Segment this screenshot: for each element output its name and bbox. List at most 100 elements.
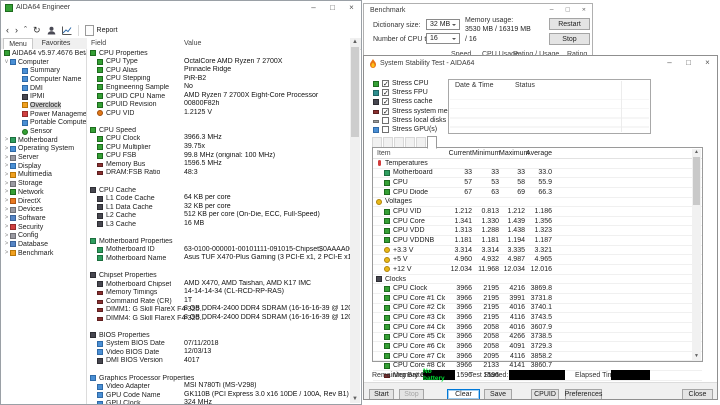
tree-item[interactable]: v Computer <box>1 58 86 67</box>
scrollbar-thumb[interactable] <box>693 157 700 205</box>
panel-scrollbar[interactable]: ▲ ▼ <box>350 38 360 403</box>
tree-caret-icon[interactable]: > <box>3 215 10 221</box>
scroll-up-icon[interactable]: ▲ <box>350 38 360 46</box>
restart-button[interactable]: Restart <box>549 18 590 30</box>
refresh-icon[interactable]: ↻ <box>33 26 41 35</box>
tree-item[interactable]: Sensor <box>1 127 86 136</box>
cpu-threads-select[interactable]: 16 <box>426 33 460 44</box>
tree-item[interactable]: > Security <box>1 223 86 232</box>
tree-caret-icon[interactable]: > <box>3 163 10 169</box>
property-row[interactable]: CPUID CPU Name AMD Ryzen 7 2700X Eight-C… <box>87 92 350 101</box>
tree-caret-icon[interactable]: > <box>3 172 10 178</box>
tree-caret-icon[interactable]: > <box>3 146 10 152</box>
property-row[interactable]: CPU Speed <box>87 126 350 135</box>
tree-caret-icon[interactable]: > <box>3 155 10 161</box>
property-row[interactable]: L3 Cache 16 MB <box>87 220 350 229</box>
property-row[interactable]: GPU Clock 324 MHz <box>87 399 350 404</box>
scroll-down-icon[interactable]: ▼ <box>692 353 701 360</box>
property-row[interactable]: GPU Code Name GK110B (PCI Express 3.0 x1… <box>87 391 350 400</box>
tree-item[interactable]: Summary <box>1 66 86 75</box>
tree-item[interactable]: > Config <box>1 231 86 240</box>
sensor-tab[interactable] <box>427 136 437 149</box>
stop-button[interactable]: Stop <box>549 33 590 45</box>
statistics-row[interactable]: +12 V 12.034 11.968 12.034 12.016 <box>373 265 702 275</box>
property-row[interactable]: System BIOS Date 07/11/2018 <box>87 340 350 349</box>
minimize-button[interactable]: – <box>544 4 560 14</box>
stress-checkbox[interactable] <box>382 89 389 96</box>
tree-caret-icon[interactable]: > <box>3 224 10 230</box>
tree-item[interactable]: AIDA64 v5.97.4676 Beta <box>1 49 86 58</box>
scroll-up-icon[interactable]: ▲ <box>692 149 701 156</box>
tree-item[interactable]: > Operating System <box>1 145 86 154</box>
tree-caret-icon[interactable]: > <box>3 233 10 239</box>
test-log[interactable]: Date & Time Status <box>448 79 651 134</box>
property-row[interactable] <box>87 117 350 126</box>
tree-item[interactable]: > Storage <box>1 179 86 188</box>
tree-item[interactable]: Overclock <box>1 101 86 110</box>
tree-item[interactable]: > Multimedia <box>1 171 86 180</box>
property-row[interactable]: Video Adapter MSI N780Ti (MS-V298) <box>87 382 350 391</box>
property-row[interactable]: Motherboard ID 63-0100-000001-00101111-0… <box>87 246 350 255</box>
up-icon[interactable]: ˆ <box>24 26 27 35</box>
stress-checkbox[interactable] <box>382 98 389 105</box>
property-row[interactable]: DRAM:FSB Ratio 48:3 <box>87 169 350 178</box>
tree-item[interactable]: IPMI <box>1 92 86 101</box>
statistics-row[interactable]: Temperatures <box>373 159 702 169</box>
tree-caret-icon[interactable]: v <box>3 59 10 65</box>
maximize-button[interactable]: □ <box>323 1 342 13</box>
tree-caret-icon[interactable]: > <box>3 198 10 204</box>
stress-checkbox[interactable] <box>382 80 389 87</box>
property-row[interactable]: Engineering Sample No <box>87 83 350 92</box>
stress-checkbox[interactable] <box>382 108 389 115</box>
statistics-row[interactable]: CPU Core #4 Clock 3966 2058 4016 3607.9 <box>373 323 702 333</box>
back-icon[interactable]: ‹ <box>6 26 9 35</box>
minimize-button[interactable]: – <box>304 1 323 13</box>
value-column-header[interactable]: Value <box>184 40 201 47</box>
statistics-row[interactable]: CPU VDDNB 1.181 1.181 1.194 1.187 <box>373 236 702 246</box>
close-button[interactable]: Close <box>682 389 713 400</box>
scroll-down-icon[interactable]: ▼ <box>350 395 360 403</box>
property-row[interactable]: CPU Type OctalCore AMD Ryzen 7 2700X <box>87 58 350 67</box>
field-column-header[interactable]: Field <box>91 40 106 47</box>
property-row[interactable] <box>87 177 350 186</box>
tree-item[interactable]: > Display <box>1 162 86 171</box>
property-row[interactable]: Command Rate (CR) 1T <box>87 297 350 306</box>
statistics-row[interactable]: +5 V 4.960 4.932 4.987 4.965 <box>373 255 702 265</box>
statistics-row[interactable]: CPU Core 1.341 1.330 1.439 1.356 <box>373 217 702 227</box>
property-row[interactable]: CPU Clock 3966.3 MHz <box>87 134 350 143</box>
property-row[interactable]: L1 Data Cache 32 KB per core <box>87 203 350 212</box>
property-row[interactable]: BIOS Properties <box>87 331 350 340</box>
tree-caret-icon[interactable]: > <box>3 137 10 143</box>
property-row[interactable]: DIMM4: G Skill FlareX F4-320... 8 GB DDR… <box>87 314 350 323</box>
tree-caret-icon[interactable]: > <box>3 189 10 195</box>
dictionary-size-select[interactable]: 32 MB <box>426 19 460 30</box>
clear-button[interactable]: Clear <box>447 389 480 400</box>
stress-checkbox[interactable] <box>382 126 389 133</box>
property-row[interactable]: CPU Properties <box>87 49 350 58</box>
tree-item[interactable]: > Benchmark <box>1 249 86 258</box>
statistics-row[interactable]: Voltages <box>373 198 702 208</box>
column-minimum[interactable]: Minimum <box>472 150 499 157</box>
save-button[interactable]: Save <box>484 389 512 400</box>
property-row[interactable]: CPU Alias Pinnacle Ridge <box>87 66 350 75</box>
property-row[interactable]: Motherboard Chipset AMD X470, AMD Taisha… <box>87 280 350 289</box>
tree-caret-icon[interactable]: > <box>3 207 10 213</box>
tree-caret-icon[interactable]: > <box>3 181 10 187</box>
user-icon[interactable] <box>47 26 56 35</box>
stress-checkbox[interactable] <box>382 117 389 124</box>
statistics-row[interactable]: CPU VDD 1.313 1.288 1.438 1.323 <box>373 226 702 236</box>
property-row[interactable]: L1 Code Cache 64 KB per core <box>87 194 350 203</box>
property-row[interactable]: Video BIOS Date 12/03/13 <box>87 348 350 357</box>
tree-item[interactable]: > Software <box>1 214 86 223</box>
property-row[interactable]: Chipset Properties <box>87 271 350 280</box>
statistics-row[interactable]: CPU Clock 3966 2195 4216 3869.8 <box>373 284 702 294</box>
stop-button[interactable]: Stop <box>399 389 424 400</box>
statistics-row[interactable]: CPU Core #7 Clock 3966 2095 4116 3858.2 <box>373 352 702 362</box>
column-maximum[interactable]: Maximum <box>499 150 525 157</box>
property-row[interactable]: CPU Multiplier 39.75x <box>87 143 350 152</box>
property-row[interactable] <box>87 228 350 237</box>
start-button[interactable]: Start <box>369 389 394 400</box>
column-item[interactable]: Item <box>373 150 445 157</box>
maximize-button[interactable]: □ <box>679 56 698 68</box>
statistics-row[interactable]: CPU 57 53 58 55.9 <box>373 178 702 188</box>
